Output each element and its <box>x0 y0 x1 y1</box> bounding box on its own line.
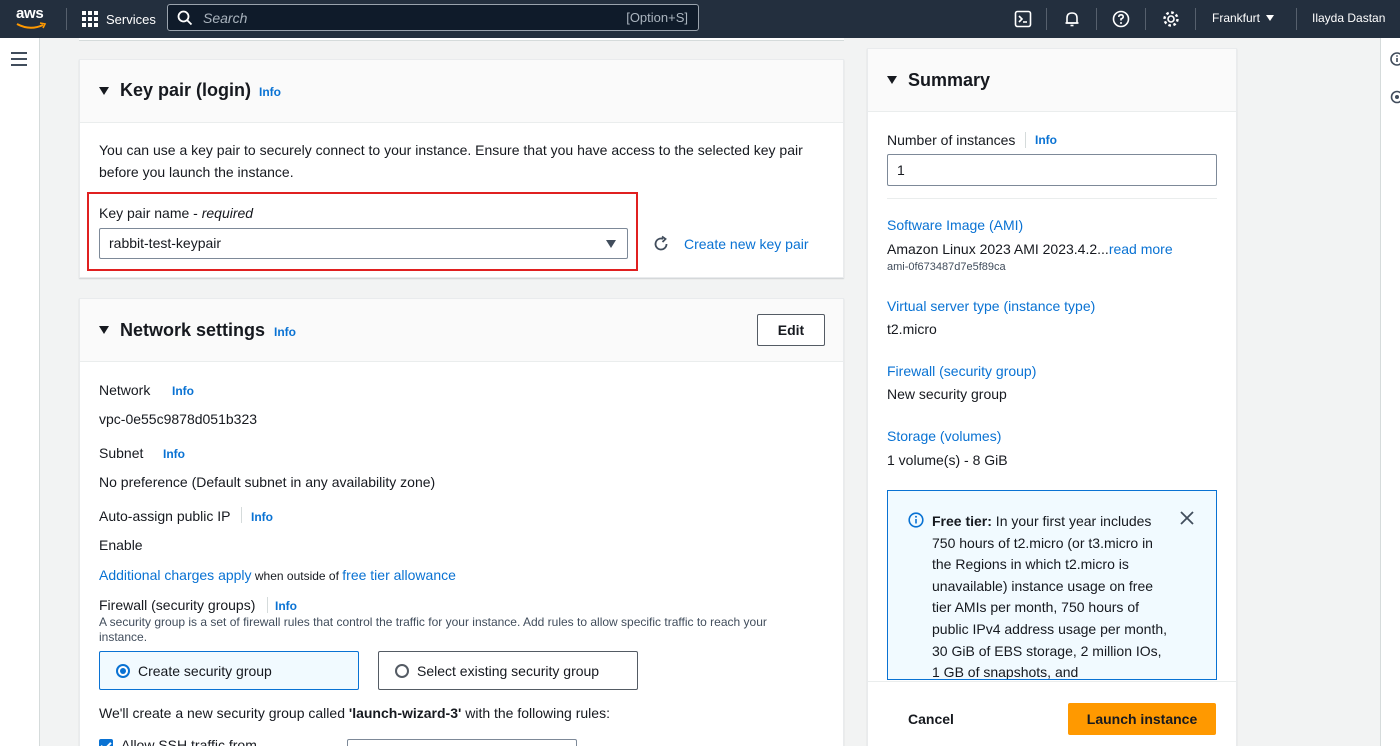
launch-instance-button[interactable]: Launch instance <box>1068 703 1216 735</box>
top-navigation: aws Services Search [Option+S] Frankfurt <box>0 0 1400 38</box>
close-icon[interactable] <box>1180 511 1194 525</box>
cloudshell-icon[interactable] <box>1013 9 1033 29</box>
ssh-source-select[interactable] <box>347 739 577 746</box>
info-icon <box>908 512 924 528</box>
summary-footer: Cancel Launch instance <box>868 681 1236 746</box>
create-key-pair-link[interactable]: Create new key pair <box>684 233 809 255</box>
create-security-group-option[interactable]: Create security group <box>99 651 359 690</box>
allow-ssh-label: Allow SSH traffic from <box>121 737 257 746</box>
right-rail <box>1380 38 1400 746</box>
free-tier-alert: Free tier: In your first year includes 7… <box>887 490 1217 680</box>
cancel-button[interactable]: Cancel <box>908 711 954 727</box>
ami-value: Amazon Linux 2023 AMI 2023.4.2...read mo… <box>887 241 1173 257</box>
read-more-link[interactable]: read more <box>1109 241 1173 257</box>
menu-icon[interactable] <box>11 52 27 70</box>
nav-divider <box>66 8 67 30</box>
free-tier-allowance-link[interactable]: free tier allowance <box>342 567 456 583</box>
summary-panel: Summary Number of instances Info 1 Softw… <box>867 48 1237 746</box>
search-placeholder: Search <box>203 10 248 26</box>
select-existing-security-group-option[interactable]: Select existing security group <box>378 651 638 690</box>
edit-button[interactable]: Edit <box>757 314 825 346</box>
search-icon <box>177 10 193 26</box>
subnet-info-link[interactable]: Info <box>163 447 185 461</box>
radio-selected-icon <box>116 664 130 678</box>
summary-title: Summary <box>908 70 991 90</box>
key-pair-info-link[interactable]: Info <box>259 85 281 99</box>
auto-ip-label: Auto-assign public IP <box>99 508 231 524</box>
key-pair-description: You can use a key pair to securely conne… <box>99 142 803 180</box>
instances-value: 1 <box>897 162 905 178</box>
key-pair-field-label: Key pair name - required <box>99 205 254 221</box>
region-label: Frankfurt <box>1212 11 1261 25</box>
caret-down-icon <box>606 240 616 248</box>
ami-id: ami-0f673487d7e5f89ca <box>887 261 1006 273</box>
key-pair-selected-value: rabbit-test-keypair <box>109 235 222 251</box>
caret-down-icon <box>99 326 109 334</box>
storage-value: 1 volume(s) - 8 GiB <box>887 452 1008 468</box>
help-icon[interactable] <box>1111 9 1131 29</box>
auto-ip-info-link[interactable]: Info <box>251 510 273 524</box>
bell-icon[interactable] <box>1062 9 1082 29</box>
create-security-group-label: Create security group <box>138 663 272 679</box>
left-rail <box>0 38 40 746</box>
summary-header[interactable]: Summary <box>868 49 1236 112</box>
previous-panel-edge <box>79 38 844 41</box>
info-circle-icon[interactable] <box>1389 52 1400 66</box>
storage-link[interactable]: Storage (volumes) <box>887 425 1001 447</box>
free-tier-text: Free tier: In your first year includes 7… <box>932 513 1168 680</box>
aws-logo-text: aws <box>16 5 44 22</box>
network-field-info-link[interactable]: Info <box>172 384 194 398</box>
network-info-link[interactable]: Info <box>274 325 296 339</box>
refresh-icon[interactable] <box>652 235 670 253</box>
auto-ip-value: Enable <box>99 537 143 553</box>
key-pair-title: Key pair (login) <box>120 80 252 100</box>
settings-circle-icon[interactable] <box>1389 90 1400 104</box>
search-shortcut: [Option+S] <box>626 10 688 25</box>
caret-down-icon <box>99 87 109 95</box>
instance-type-value: t2.micro <box>887 321 937 337</box>
grid-icon <box>82 11 98 27</box>
search-input[interactable]: Search [Option+S] <box>167 4 699 31</box>
radio-unselected-icon <box>395 664 409 678</box>
caret-down-icon <box>1266 15 1275 21</box>
network-settings-panel: Network settings Info Edit Network Info … <box>79 298 844 746</box>
firewall-description: A security group is a set of firewall ru… <box>99 615 767 644</box>
network-label: Network <box>99 382 151 398</box>
network-settings-header[interactable]: Network settings Info Edit <box>80 299 843 362</box>
firewall-summary-link[interactable]: Firewall (security group) <box>887 360 1036 382</box>
region-selector[interactable]: Frankfurt <box>1212 11 1275 25</box>
key-pair-header[interactable]: Key pair (login) Info <box>80 60 843 123</box>
select-existing-security-group-label: Select existing security group <box>417 663 600 679</box>
subnet-label: Subnet <box>99 445 144 461</box>
instances-info-link[interactable]: Info <box>1035 133 1057 147</box>
services-label: Services <box>106 11 156 27</box>
aws-smile-icon <box>16 22 47 29</box>
firewall-summary-value: New security group <box>887 386 1007 402</box>
instances-input[interactable]: 1 <box>887 154 1217 186</box>
firewall-label: Firewall (security groups) <box>99 597 256 613</box>
instances-label: Number of instances <box>887 132 1016 148</box>
charges-note: Additional charges apply when outside of… <box>99 567 456 583</box>
instance-type-link[interactable]: Virtual server type (instance type) <box>887 295 1095 317</box>
caret-down-icon <box>887 76 897 84</box>
security-group-note: We'll create a new security group called… <box>99 705 610 721</box>
services-menu-button[interactable]: Services <box>82 9 156 29</box>
additional-charges-link[interactable]: Additional charges apply <box>99 567 252 583</box>
subnet-value: No preference (Default subnet in any ava… <box>99 474 436 490</box>
key-pair-select[interactable]: rabbit-test-keypair <box>99 228 628 259</box>
aws-logo[interactable]: aws <box>16 6 50 32</box>
network-value: vpc-0e55c9878d051b323 <box>99 411 258 427</box>
firewall-info-link[interactable]: Info <box>275 599 297 613</box>
allow-ssh-checkbox[interactable] <box>99 739 113 746</box>
gear-icon[interactable] <box>1161 9 1181 29</box>
ami-link[interactable]: Software Image (AMI) <box>887 214 1023 236</box>
user-menu[interactable]: Ilayda Dastan <box>1312 11 1385 25</box>
network-settings-title: Network settings <box>120 320 266 340</box>
key-pair-panel: Key pair (login) Info You can use a key … <box>79 59 844 278</box>
